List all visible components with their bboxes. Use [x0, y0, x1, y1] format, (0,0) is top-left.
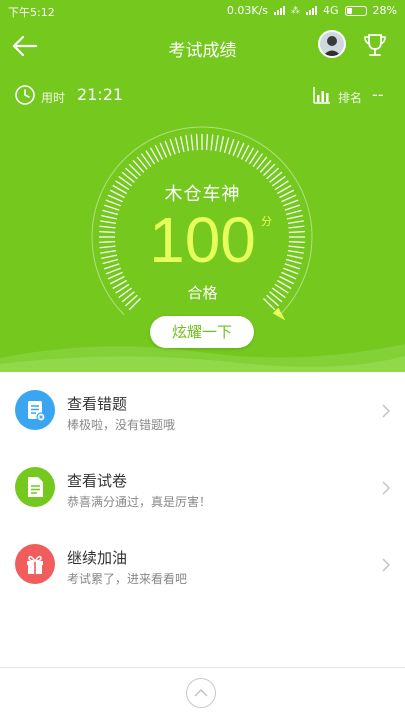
gauge-tick: [103, 263, 120, 270]
gauge-tick: [99, 245, 116, 249]
chevron-up-icon: [194, 688, 208, 697]
gauge-tick: [190, 134, 194, 151]
list-item-keep-going[interactable]: 继续加油 考试累了，进来看看吧: [0, 526, 405, 603]
gauge-tick: [288, 245, 305, 249]
gauge-tick: [164, 140, 172, 157]
gauge-tick: [286, 214, 303, 220]
gauge-tick: [169, 138, 176, 155]
list-item-title: 查看错题: [67, 395, 128, 413]
list-item-title: 继续加油: [67, 549, 128, 567]
list-item-view-mistakes[interactable]: 查看错题 棒极啦，没有错题哦: [0, 372, 405, 449]
gauge-tick: [101, 254, 118, 260]
list-item-title: 查看试卷: [67, 472, 128, 490]
gauge-tick: [232, 140, 240, 157]
gauge-tick: [100, 220, 117, 225]
share-button[interactable]: 炫耀一下: [150, 316, 254, 348]
scroll-up-button[interactable]: [186, 678, 216, 708]
pass-status: 合格: [187, 284, 218, 302]
gauge-tick: [285, 258, 302, 265]
gauge-tick: [288, 225, 305, 229]
gauge-tick: [102, 258, 119, 265]
gauge-tick: [99, 225, 116, 229]
gauge-tick: [286, 254, 303, 260]
gauge-tick: [99, 240, 116, 244]
gauge-tick: [284, 263, 301, 270]
gauge-tick: [205, 134, 209, 151]
gauge-tick: [228, 138, 235, 155]
gauge-tick: [285, 209, 302, 216]
gauge-tick: [99, 230, 116, 234]
gauge-tick: [174, 137, 181, 154]
gauge-tick: [287, 220, 304, 225]
gauge-tick: [179, 136, 185, 153]
gauge-tick: [214, 135, 219, 152]
gauge-tick: [219, 136, 225, 153]
user-nickname: 木仓车神: [164, 184, 241, 205]
score-value: 100: [149, 204, 256, 276]
action-list: 查看错题 棒极啦，没有错题哦 查看试卷 恭喜满分通过，真是厉害！ 继续加油 考试…: [0, 372, 405, 603]
gauge-tick: [288, 240, 305, 244]
mistakes-doc-icon: [15, 390, 55, 430]
result-header: 下午5:12 0.03K/s ⁂ 4G 28% 考试成绩 用时 21:21 排名…: [0, 0, 405, 372]
chevron-right-icon: [382, 481, 391, 495]
list-item-view-paper[interactable]: 查看试卷 恭喜满分通过，真是厉害！: [0, 449, 405, 526]
gauge-tick: [105, 267, 122, 275]
gauge-tick: [282, 267, 299, 275]
chevron-right-icon: [382, 404, 391, 418]
list-item-subtitle: 棒极啦，没有错题哦: [67, 418, 176, 432]
gift-icon: [15, 544, 55, 584]
gauge-tick: [223, 137, 230, 154]
gauge-tick: [288, 230, 305, 234]
gauge-tick: [195, 134, 199, 151]
paper-doc-icon: [15, 467, 55, 507]
gauge-tick: [185, 135, 190, 152]
gauge-tick: [210, 134, 214, 151]
chevron-right-icon: [382, 558, 391, 572]
score-unit: 分: [261, 215, 272, 228]
divider: [0, 667, 405, 668]
list-item-subtitle: 恭喜满分通过，真是厉害！: [67, 495, 212, 509]
list-item-subtitle: 考试累了，进来看看吧: [67, 572, 188, 586]
gauge-tick: [102, 209, 119, 216]
gauge-tick: [287, 249, 304, 254]
gauge-tick: [101, 214, 118, 220]
gauge-tick: [100, 249, 117, 254]
